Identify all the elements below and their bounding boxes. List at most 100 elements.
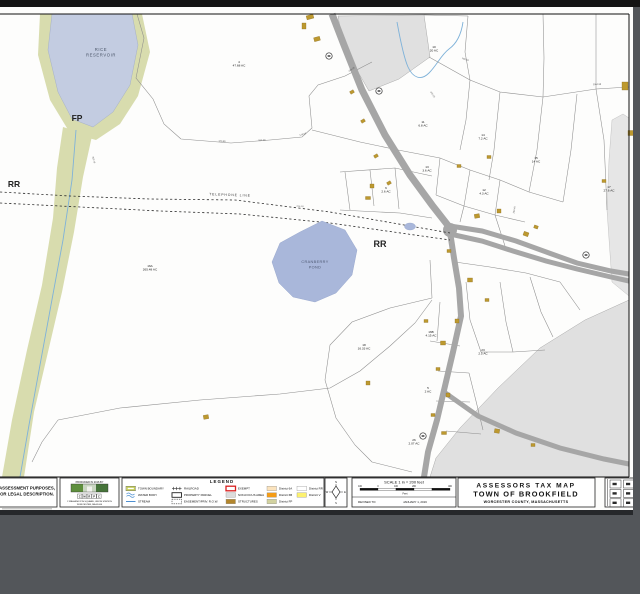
structure bbox=[446, 249, 452, 253]
index-cell-glyph bbox=[626, 501, 631, 504]
logo-building bbox=[87, 486, 92, 492]
logo-stripe-left bbox=[71, 484, 83, 492]
legend-swatch-district-v bbox=[296, 492, 307, 498]
structure bbox=[484, 298, 490, 302]
map-title-line1: ASSESSORS TAX MAP bbox=[476, 483, 575, 490]
structure bbox=[456, 164, 462, 168]
compass-e: E bbox=[344, 490, 346, 494]
logo-stripe-right bbox=[96, 484, 108, 492]
cmrpc-letter: P bbox=[93, 494, 95, 498]
legend-title: LEGEND bbox=[210, 479, 234, 484]
info-strip: ASSESSMENT PURPOSES, OR LEGAL DESCRIPTIO… bbox=[0, 477, 633, 510]
legend-swatch-district-6a bbox=[266, 486, 277, 491]
producer-address2: WORCESTER, MA 01604 bbox=[77, 503, 103, 506]
legend-item-label: District FP bbox=[279, 500, 292, 504]
legend-swatch-property-parcel bbox=[171, 492, 182, 498]
microtext-line bbox=[2, 508, 52, 510]
map-label: RICE bbox=[95, 47, 107, 52]
revised-date: JANUARY 1, 2016 bbox=[403, 500, 427, 504]
legend-swatch-structures bbox=[225, 499, 236, 504]
survey-marker-glyph bbox=[377, 90, 381, 92]
legend-item-label: District RR bbox=[309, 487, 323, 491]
cmrpc-letter: R bbox=[88, 494, 90, 498]
map-title-line3: WORCESTER COUNTY, MASSACHUSETTS bbox=[484, 500, 569, 504]
structure bbox=[435, 367, 441, 371]
legend-item-label: District V bbox=[309, 493, 321, 497]
small-pond bbox=[404, 222, 416, 231]
map-label: RR bbox=[8, 179, 20, 189]
legend-swatch-district-fp bbox=[266, 499, 277, 504]
index-cell-glyph bbox=[626, 492, 631, 495]
revised-label: REVISED TO: bbox=[358, 500, 376, 504]
legend-swatch-district-6b bbox=[266, 492, 277, 498]
structure bbox=[486, 155, 492, 159]
map-canvas: 553.98370.80170.00428.051064.99400.05214… bbox=[0, 0, 640, 594]
structure bbox=[445, 392, 451, 398]
scale-bar-segment bbox=[359, 488, 379, 491]
legend-swatch-non-focus-area bbox=[225, 492, 236, 498]
legend-item-label: PROPERTY PARCEL bbox=[184, 493, 212, 497]
map-label: RESERVOIR bbox=[86, 53, 116, 58]
dimension-label: 1064.99 bbox=[593, 84, 602, 86]
cmrpc-letter-boxes: CMRPC bbox=[77, 493, 102, 499]
structure bbox=[621, 81, 629, 91]
legend-item-label: District 6B bbox=[279, 493, 292, 497]
compass-s: S bbox=[335, 501, 337, 505]
compass-n: N bbox=[335, 480, 337, 484]
legend-item-label: RAILROAD bbox=[184, 487, 199, 491]
map-viewer: 553.98 370.80 170.00 428.05 1064.99 400.05 214… bbox=[0, 0, 640, 594]
index-cell-glyph bbox=[612, 492, 617, 495]
structure bbox=[530, 443, 536, 447]
map-label: RR bbox=[374, 239, 387, 249]
disclaimer-line1: ASSESSMENT PURPOSES, bbox=[0, 486, 55, 491]
disclaimer-line2: OR LEGAL DESCRIPTION. bbox=[0, 492, 54, 497]
structure bbox=[440, 340, 446, 346]
structure bbox=[494, 428, 500, 434]
legend-item-label: STREAM bbox=[138, 500, 151, 504]
scale-title: SCALE 1 in = 200 feet bbox=[384, 480, 425, 485]
structure bbox=[203, 414, 209, 420]
structure bbox=[430, 413, 436, 417]
road-junction bbox=[443, 223, 457, 237]
structure bbox=[369, 183, 375, 189]
dimension-label: 553.98 bbox=[258, 140, 266, 142]
map-label: FP bbox=[72, 113, 83, 123]
structure bbox=[467, 277, 473, 283]
structure bbox=[601, 179, 607, 183]
structure bbox=[301, 22, 307, 30]
legend-item-label: TOWN BOUNDARY bbox=[138, 487, 164, 491]
structure bbox=[423, 319, 429, 323]
page-bottom-shadow bbox=[0, 510, 633, 515]
cmrpc-letter: C bbox=[98, 494, 100, 498]
survey-marker-glyph bbox=[421, 435, 425, 437]
cmrpc-letter: C bbox=[79, 494, 81, 498]
legend-item-label: EXEMPT bbox=[238, 487, 250, 491]
map-label: POND bbox=[309, 266, 322, 270]
structure bbox=[496, 208, 502, 214]
structure bbox=[365, 380, 371, 386]
dimension-label: 214.16 bbox=[296, 206, 304, 208]
legend-item-label: STRUCTURES bbox=[238, 500, 258, 504]
structure bbox=[474, 213, 480, 219]
index-cell-glyph bbox=[612, 482, 617, 486]
legend-swatch-exempt bbox=[225, 485, 237, 492]
index-cell-glyph bbox=[626, 482, 631, 486]
legend-swatch-easement-priv-r-o-w- bbox=[171, 498, 182, 505]
map-title-line2: TOWN OF BROOKFIELD bbox=[473, 490, 578, 499]
legend-item-label: EASEMENT/PRIV. R.O.W. bbox=[184, 500, 218, 504]
legend-swatch-district-rr bbox=[296, 486, 307, 491]
legend-item-label: WATER BODY bbox=[138, 493, 157, 497]
map-label: CRANBERRY bbox=[301, 260, 328, 264]
scale-unit: Feet bbox=[402, 492, 407, 495]
scale-bar-segment bbox=[431, 488, 451, 491]
producer-line1: PRODUCED IN 2016 BY bbox=[76, 481, 104, 484]
structure bbox=[441, 431, 447, 435]
scale-bar-segment bbox=[413, 488, 433, 491]
scale-bar-segment bbox=[377, 488, 397, 491]
viewer-top-bar bbox=[0, 0, 640, 7]
scale-bar-segment bbox=[395, 488, 415, 491]
structure bbox=[365, 196, 371, 200]
dimension-label: 370.80 bbox=[218, 141, 226, 143]
index-cell-glyph bbox=[612, 501, 617, 504]
structure bbox=[454, 318, 460, 324]
